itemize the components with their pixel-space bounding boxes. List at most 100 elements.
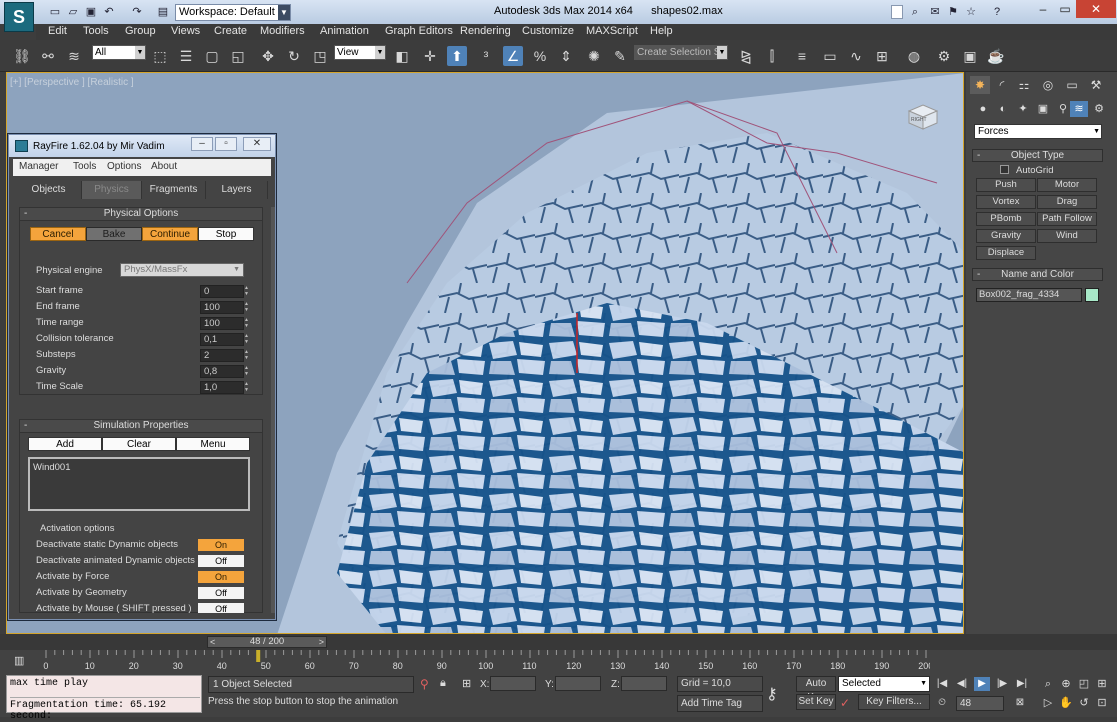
path-follow-button[interactable]: Path Follow — [1037, 212, 1097, 226]
menu-help[interactable]: Help — [650, 25, 673, 37]
list-item[interactable]: Wind001 — [33, 462, 71, 473]
menu-group[interactable]: Group — [125, 25, 156, 37]
lights-icon[interactable]: ✦ — [1014, 101, 1032, 117]
continue-button[interactable]: Continue — [142, 227, 198, 241]
gravity-spinner[interactable]: 0,8 ▲ ▼ — [200, 365, 249, 378]
edit-named-selection-icon[interactable]: ✺ — [584, 46, 604, 66]
bake-button[interactable]: Bake — [86, 227, 142, 241]
app-logo-button[interactable]: S — [4, 2, 34, 32]
open-file-icon[interactable]: ▱ — [66, 5, 80, 19]
named-selection-set-dropdown[interactable]: Create Selection Se ▼ — [634, 45, 728, 60]
stop-button[interactable]: Stop — [198, 227, 254, 241]
wind-button[interactable]: Wind — [1037, 229, 1097, 243]
time-configuration-icon[interactable]: ⏲ — [934, 696, 950, 710]
menu-maxscript[interactable]: MAXScript — [586, 25, 638, 37]
time-range-spinner[interactable]: 100 ▲ ▼ — [200, 317, 249, 330]
unlink-icon[interactable]: ⚯ — [38, 46, 58, 66]
cameras-icon[interactable]: ▣ — [1034, 101, 1052, 117]
current-frame-field[interactable]: 48 — [956, 696, 1004, 711]
activation-toggle-0[interactable]: On — [198, 539, 244, 551]
drag-button[interactable]: Drag — [1037, 195, 1097, 209]
zoom-all-icon[interactable]: ⊕ — [1058, 676, 1074, 692]
orbit-icon[interactable]: ↺ — [1076, 695, 1092, 711]
cancel-button[interactable]: Cancel — [30, 227, 86, 241]
menu-animation[interactable]: Animation — [320, 25, 369, 37]
select-and-link-icon[interactable]: ⛓ — [12, 46, 32, 66]
project-folder-icon[interactable]: ▤ — [156, 5, 170, 19]
help-icon[interactable]: ? — [990, 5, 1004, 19]
bind-space-warp-icon[interactable]: ≋ — [64, 46, 84, 66]
render-production-icon[interactable]: ☕ — [986, 46, 1006, 66]
menu-views[interactable]: Views — [171, 25, 200, 37]
activation-toggle-3[interactable]: Off — [198, 587, 244, 599]
selection-filter-dropdown[interactable]: All ▼ — [92, 45, 146, 60]
activation-toggle-2[interactable]: On — [198, 571, 244, 583]
display-tab-icon[interactable]: ▭ — [1062, 76, 1082, 94]
rf-menu-manager[interactable]: Manager — [19, 161, 58, 172]
menu-create[interactable]: Create — [214, 25, 247, 37]
collision-tolerance-spinner[interactable]: 0,1 ▲ ▼ — [200, 333, 249, 346]
time-slider-next-icon[interactable]: > — [319, 637, 324, 647]
displace-button[interactable]: Displace — [976, 246, 1036, 260]
binoculars-icon[interactable]: ⌕ — [908, 5, 922, 19]
angle-snap-icon[interactable]: ∠ — [503, 46, 523, 66]
current-frame-marker[interactable] — [256, 650, 261, 662]
utilities-tab-icon[interactable]: ⚒ — [1086, 76, 1106, 94]
space-warps-icon[interactable]: ≋ — [1070, 101, 1088, 117]
zoom-icon[interactable]: ⌕ — [1040, 676, 1056, 692]
push-button[interactable]: Push — [976, 178, 1036, 192]
rectangular-selection-icon[interactable]: ▢ — [202, 46, 222, 66]
menu-rendering[interactable]: Rendering — [460, 25, 511, 37]
hierarchy-tab-icon[interactable]: ⚏ — [1014, 76, 1034, 94]
mirror-icon[interactable]: ⧎ — [736, 46, 756, 66]
activation-toggle-4[interactable]: Off — [198, 603, 244, 613]
motor-button[interactable]: Motor — [1037, 178, 1097, 192]
tab-fragments[interactable]: Fragments — [142, 181, 206, 199]
object-color-swatch[interactable] — [1085, 288, 1099, 302]
rf-menu-options[interactable]: Options — [107, 161, 141, 172]
track-bar[interactable]: ▥ 0 10 20 30 40 50 60 70 80 90 100 110 120 130 140 150 1… — [0, 650, 1117, 674]
field-of-view-icon[interactable]: ▷ — [1040, 695, 1056, 711]
geometry-icon[interactable]: ● — [974, 101, 992, 117]
simulation-objects-list[interactable]: Wind001 — [28, 457, 250, 511]
systems-icon[interactable]: ⚙ — [1090, 101, 1108, 117]
object-name-field[interactable]: Box002_frag_4334 — [976, 288, 1082, 302]
snaps-toggle-icon[interactable]: ³ — [476, 46, 496, 66]
select-by-name-icon[interactable]: ☰ — [176, 46, 196, 66]
maximize-button[interactable]: ▭ — [1052, 0, 1078, 18]
shapes-icon[interactable]: ◐ — [994, 101, 1012, 117]
pbomb-button[interactable]: PBomb — [976, 212, 1036, 226]
space-warp-category-dropdown[interactable]: Forces ▼ — [974, 124, 1102, 139]
substeps-spinner[interactable]: 2 ▲ ▼ — [200, 349, 249, 362]
select-and-scale-icon[interactable]: ◳ — [310, 46, 330, 66]
named-selection-icon[interactable]: ✎ — [610, 46, 630, 66]
activation-toggle-1[interactable]: Off — [198, 555, 244, 567]
tab-physics[interactable]: Physics — [82, 181, 142, 199]
infocenter-search-field[interactable] — [891, 5, 903, 19]
ribbon-toggle-icon[interactable]: ▭ — [820, 46, 840, 66]
autogrid-checkbox[interactable] — [1000, 165, 1009, 174]
mini-curve-editor-icon[interactable]: ▥ — [14, 654, 28, 667]
layer-manager-icon[interactable]: ≡ — [792, 46, 812, 66]
tab-objects[interactable]: Objects — [16, 181, 82, 199]
selection-lock-icon[interactable]: 🔒︎ — [440, 677, 446, 690]
menu-button[interactable]: Menu — [176, 437, 250, 451]
pivot-center-icon[interactable]: ◧ — [392, 46, 412, 66]
z-coordinate-field[interactable] — [621, 676, 667, 691]
set-key-icon[interactable]: ⚷ — [766, 684, 778, 704]
pan-view-icon[interactable]: ✋ — [1058, 695, 1074, 711]
window-crossing-icon[interactable]: ◱ — [228, 46, 248, 66]
time-slider[interactable]: < 48 / 200 > — [0, 634, 1117, 650]
gravity-button[interactable]: Gravity — [976, 229, 1036, 243]
go-to-start-icon[interactable]: |◀ — [934, 677, 950, 691]
render-setup-icon[interactable]: ⚙ — [934, 46, 954, 66]
curve-editor-icon[interactable]: ∿ — [846, 46, 866, 66]
viewport-label[interactable]: [+] [Perspective ] [Realistic ] — [10, 77, 134, 88]
menu-edit[interactable]: Edit — [48, 25, 67, 37]
y-coordinate-field[interactable] — [555, 676, 601, 691]
zoom-extents-all-icon[interactable]: ⊞ — [1094, 676, 1110, 692]
previous-frame-icon[interactable]: ◀| — [954, 677, 970, 691]
keyboard-shortcut-override-icon[interactable]: ⬆ — [447, 46, 467, 66]
redo-icon[interactable]: ↷ — [130, 5, 144, 19]
vortex-button[interactable]: Vortex — [976, 195, 1036, 209]
